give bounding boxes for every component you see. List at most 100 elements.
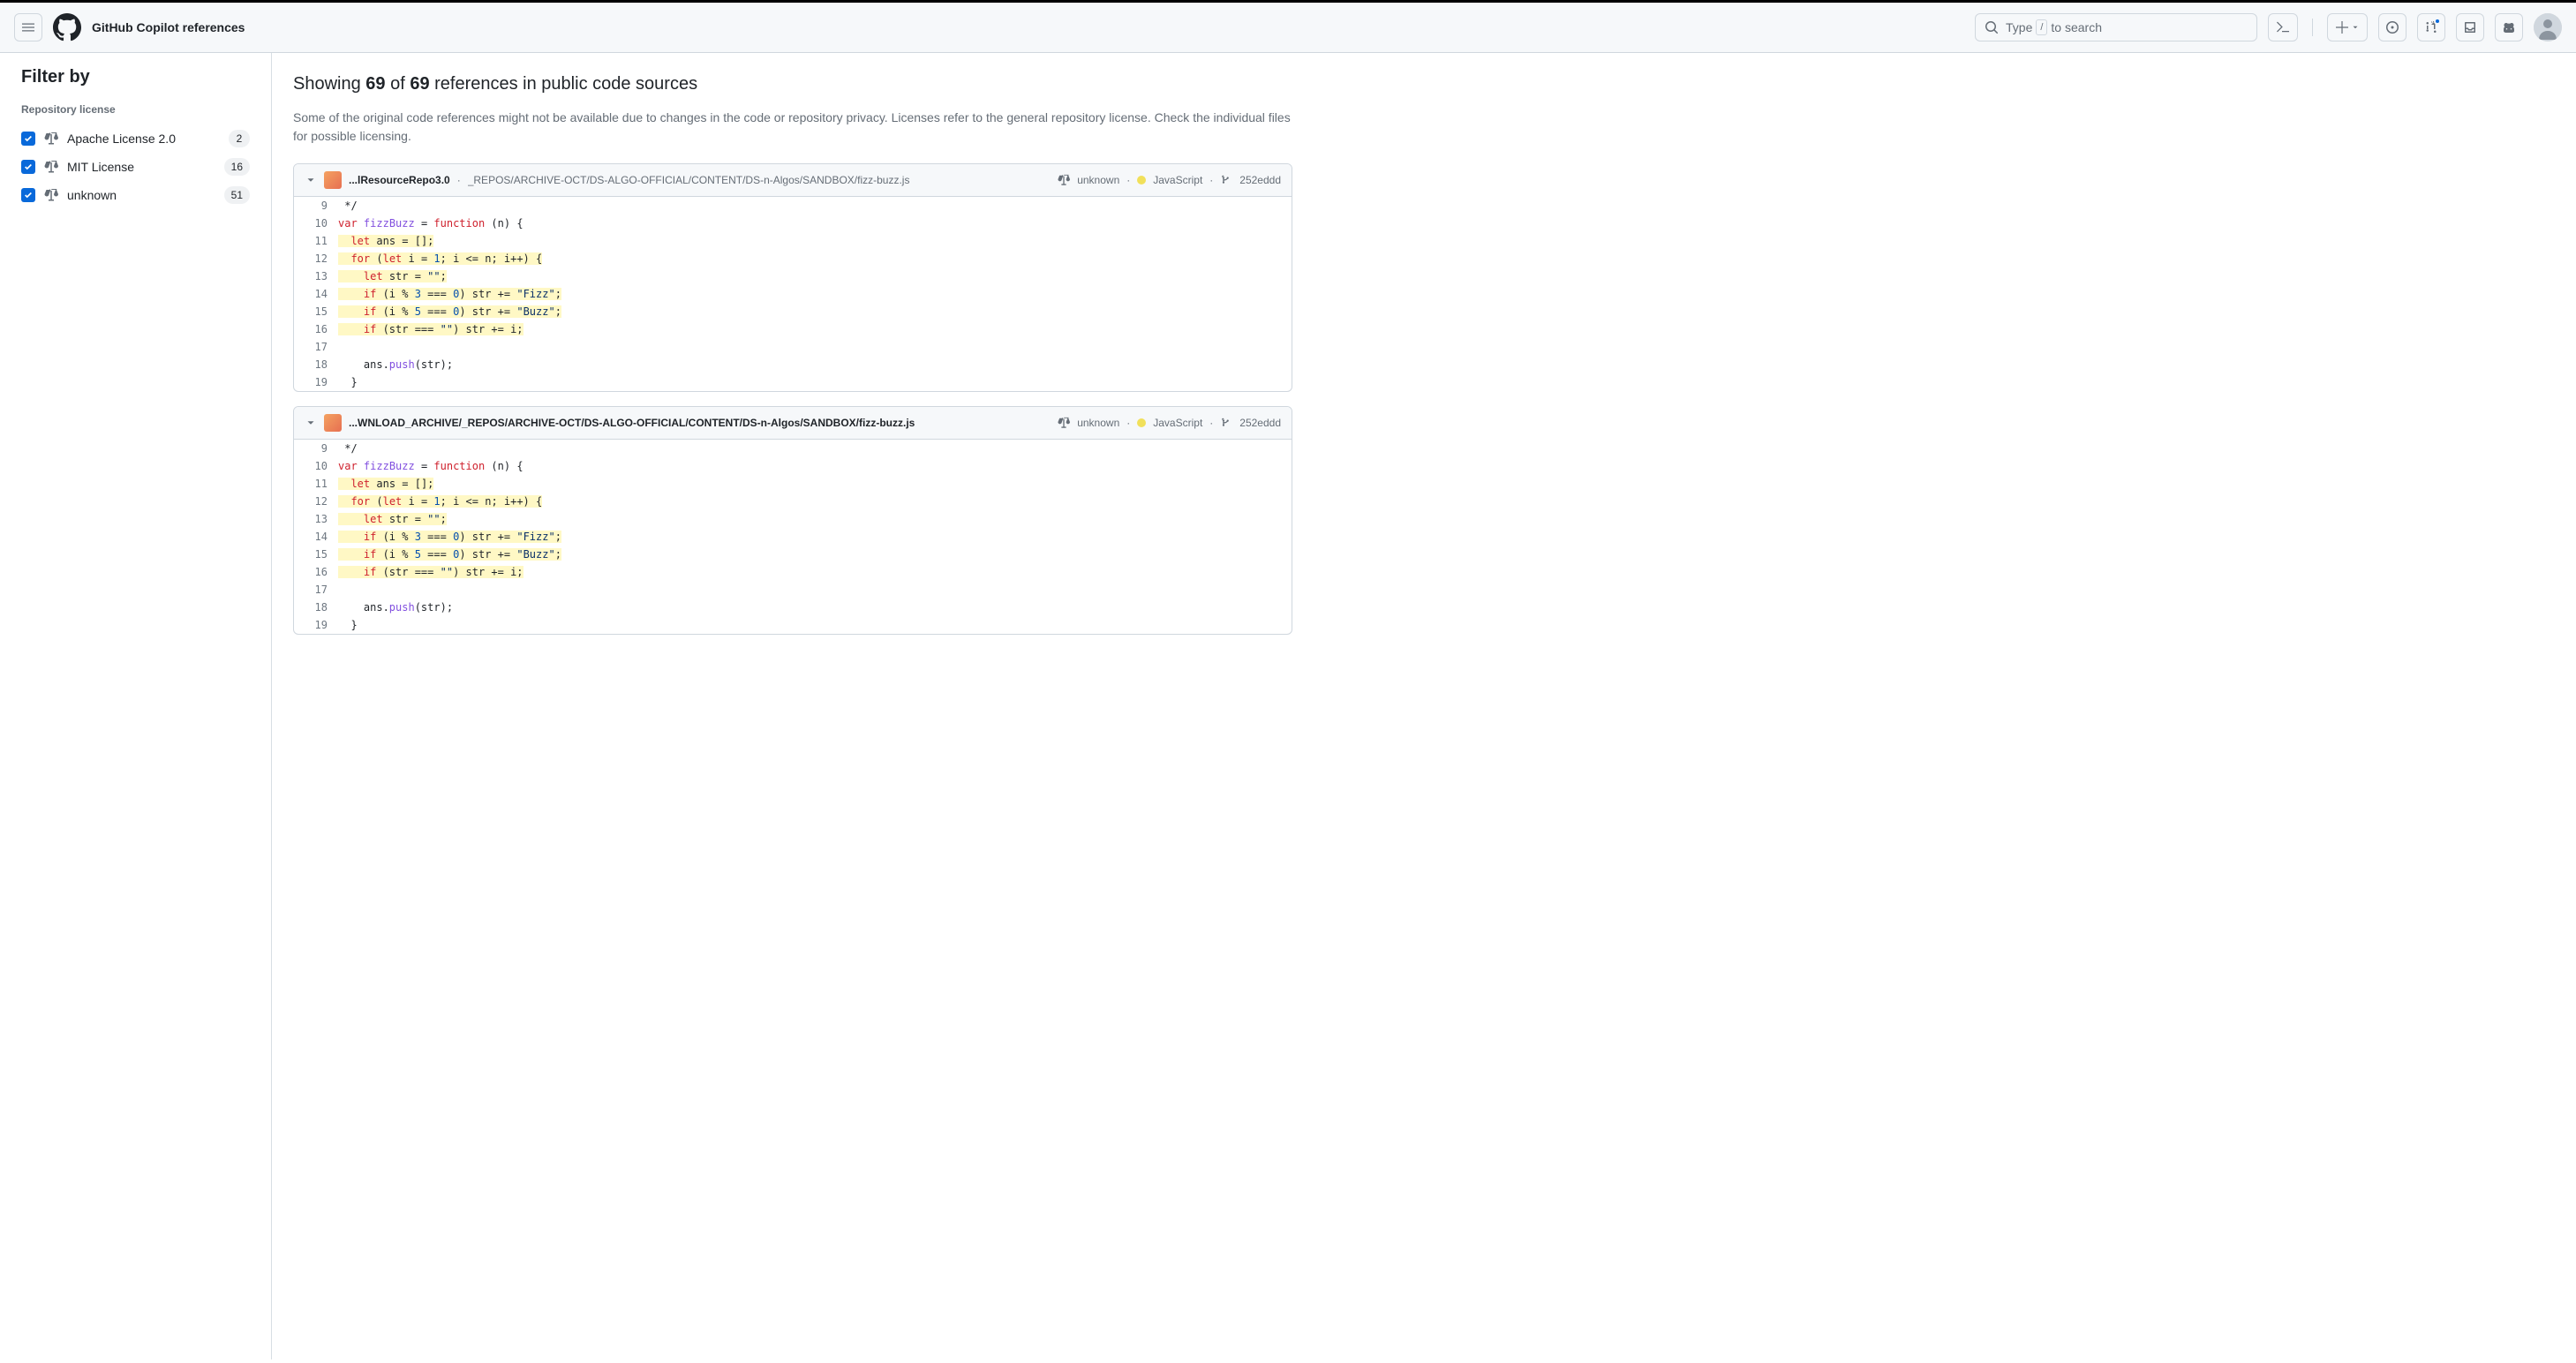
code-line: 11 let ans = []; xyxy=(294,232,1292,250)
repo-avatar xyxy=(324,414,342,432)
sidebar-heading: Filter by xyxy=(21,67,250,87)
filter-label: unknown xyxy=(67,188,215,202)
results-description: Some of the original code references mig… xyxy=(293,109,1292,146)
copilot-button[interactable] xyxy=(2495,13,2523,41)
result-header[interactable]: ...lResourceRepo3.0 · _REPOS/ARCHIVE-OCT… xyxy=(294,164,1292,197)
filter-item-0[interactable]: Apache License 2.0 2 xyxy=(21,124,250,153)
license-icon xyxy=(44,188,58,202)
branch-label: 252eddd xyxy=(1239,174,1281,186)
line-number: 15 xyxy=(294,546,338,563)
repo-name[interactable]: ...WNLOAD_ARCHIVE/_REPOS/ARCHIVE-OCT/DS-… xyxy=(349,417,915,429)
line-number: 19 xyxy=(294,616,338,634)
line-number: 18 xyxy=(294,356,338,373)
code-line: 13 let str = ""; xyxy=(294,510,1292,528)
line-number: 12 xyxy=(294,250,338,267)
license-label: unknown xyxy=(1077,174,1119,186)
line-number: 13 xyxy=(294,267,338,285)
code-snippet: 9 */10var fizzBuzz = function (n) {11 le… xyxy=(294,440,1292,634)
page-title: GitHub Copilot references xyxy=(92,20,245,34)
filter-sidebar: Filter by Repository license Apache Lice… xyxy=(0,53,272,1359)
line-number: 9 xyxy=(294,197,338,215)
line-number: 17 xyxy=(294,338,338,356)
code-line: 17 xyxy=(294,338,1292,356)
line-number: 11 xyxy=(294,475,338,493)
pull-requests-button[interactable] xyxy=(2417,13,2445,41)
line-number: 10 xyxy=(294,215,338,232)
checkbox-icon[interactable] xyxy=(21,188,35,202)
line-number: 10 xyxy=(294,457,338,475)
line-number: 17 xyxy=(294,581,338,599)
notification-dot-icon xyxy=(2434,18,2441,25)
line-number: 16 xyxy=(294,563,338,581)
license-icon xyxy=(1058,174,1070,186)
code-line: 12 for (let i = 1; i <= n; i++) { xyxy=(294,250,1292,267)
branch-label: 252eddd xyxy=(1239,417,1281,429)
result-header[interactable]: ...WNLOAD_ARCHIVE/_REPOS/ARCHIVE-OCT/DS-… xyxy=(294,407,1292,440)
result-card: ...lResourceRepo3.0 · _REPOS/ARCHIVE-OCT… xyxy=(293,163,1292,392)
line-number: 11 xyxy=(294,232,338,250)
filter-item-2[interactable]: unknown 51 xyxy=(21,181,250,209)
code-line: 18 ans.push(str); xyxy=(294,599,1292,616)
main-content: Showing 69 of 69 references in public co… xyxy=(272,53,1314,1359)
line-number: 14 xyxy=(294,528,338,546)
line-number: 9 xyxy=(294,440,338,457)
filter-item-1[interactable]: MIT License 16 xyxy=(21,153,250,181)
code-line: 10var fizzBuzz = function (n) { xyxy=(294,457,1292,475)
code-line: 16 if (str === "") str += i; xyxy=(294,320,1292,338)
code-line: 18 ans.push(str); xyxy=(294,356,1292,373)
user-avatar[interactable] xyxy=(2534,13,2562,41)
code-line: 19 } xyxy=(294,616,1292,634)
inbox-button[interactable] xyxy=(2456,13,2484,41)
search-icon xyxy=(1985,20,1999,34)
chevron-down-icon[interactable] xyxy=(305,417,317,429)
results-heading: Showing 69 of 69 references in public co… xyxy=(293,74,1292,94)
line-number: 13 xyxy=(294,510,338,528)
code-line: 12 for (let i = 1; i <= n; i++) { xyxy=(294,493,1292,510)
language-dot-icon xyxy=(1137,176,1146,184)
git-branch-icon xyxy=(1220,417,1232,429)
code-line: 19 } xyxy=(294,373,1292,391)
checkbox-icon[interactable] xyxy=(21,132,35,146)
line-number: 14 xyxy=(294,285,338,303)
git-branch-icon xyxy=(1220,174,1232,186)
code-line: 13 let str = ""; xyxy=(294,267,1292,285)
issues-button[interactable] xyxy=(2378,13,2407,41)
code-line: 9 */ xyxy=(294,440,1292,457)
code-line: 17 xyxy=(294,581,1292,599)
code-snippet: 9 */10var fizzBuzz = function (n) {11 le… xyxy=(294,197,1292,391)
command-palette-button[interactable] xyxy=(2268,13,2298,41)
file-path: _REPOS/ARCHIVE-OCT/DS-ALGO-OFFICIAL/CONT… xyxy=(468,174,910,186)
code-line: 9 */ xyxy=(294,197,1292,215)
code-line: 14 if (i % 3 === 0) str += "Fizz"; xyxy=(294,528,1292,546)
line-number: 15 xyxy=(294,303,338,320)
filter-count: 51 xyxy=(224,186,250,204)
language-label: JavaScript xyxy=(1153,417,1202,429)
github-logo[interactable] xyxy=(53,13,81,41)
chevron-down-icon[interactable] xyxy=(305,174,317,186)
code-line: 11 let ans = []; xyxy=(294,475,1292,493)
line-number: 19 xyxy=(294,373,338,391)
filter-label: MIT License xyxy=(67,160,215,174)
global-header: GitHub Copilot references Type / to sear… xyxy=(0,3,2576,53)
hamburger-menu-button[interactable] xyxy=(14,13,42,41)
line-number: 16 xyxy=(294,320,338,338)
line-number: 12 xyxy=(294,493,338,510)
language-dot-icon xyxy=(1137,418,1146,427)
repo-avatar xyxy=(324,171,342,189)
slash-key-icon: / xyxy=(2036,19,2047,35)
license-label: unknown xyxy=(1077,417,1119,429)
license-icon xyxy=(1058,417,1070,429)
license-icon xyxy=(44,160,58,174)
language-label: JavaScript xyxy=(1153,174,1202,186)
code-line: 14 if (i % 3 === 0) str += "Fizz"; xyxy=(294,285,1292,303)
code-line: 15 if (i % 5 === 0) str += "Buzz"; xyxy=(294,546,1292,563)
code-line: 10var fizzBuzz = function (n) { xyxy=(294,215,1292,232)
search-input[interactable]: Type / to search xyxy=(1975,13,2257,41)
checkbox-icon[interactable] xyxy=(21,160,35,174)
repo-name[interactable]: ...lResourceRepo3.0 xyxy=(349,174,450,186)
license-icon xyxy=(44,132,58,146)
result-card: ...WNLOAD_ARCHIVE/_REPOS/ARCHIVE-OCT/DS-… xyxy=(293,406,1292,635)
create-new-button[interactable] xyxy=(2327,13,2368,41)
line-number: 18 xyxy=(294,599,338,616)
code-line: 16 if (str === "") str += i; xyxy=(294,563,1292,581)
